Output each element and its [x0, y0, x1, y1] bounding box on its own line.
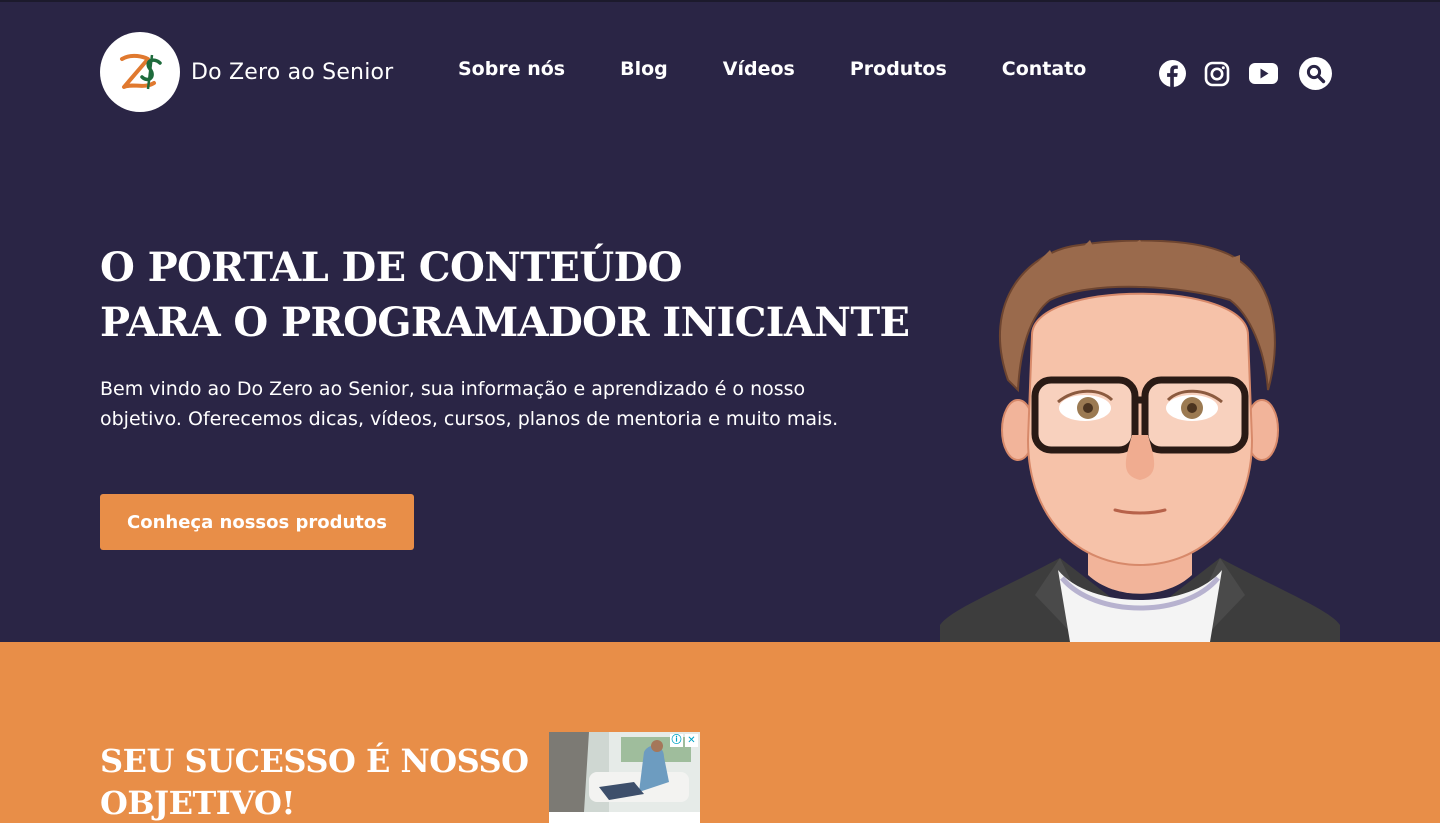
ad-close-icon[interactable]: ✕ [685, 734, 698, 747]
youtube-icon[interactable] [1248, 60, 1278, 88]
success-section: SEU SUCESSO É NOSSO OBJETIVO! ⓘ ✕ [0, 642, 1440, 823]
ad-controls: ⓘ ✕ [670, 734, 698, 747]
nav-item-videos[interactable]: Vídeos [723, 58, 795, 80]
instagram-icon[interactable] [1203, 60, 1231, 88]
social-links [1158, 57, 1332, 90]
nav-item-produtos[interactable]: Produtos [850, 58, 947, 80]
section-title-line-2: OBJETIVO! [100, 784, 295, 822]
logo-badge [100, 32, 180, 112]
facebook-icon[interactable] [1158, 60, 1186, 88]
nav-item-contato[interactable]: Contato [1002, 58, 1087, 80]
products-cta-button[interactable]: Conheça nossos produtos [100, 494, 414, 550]
hero-title-line-1: O PORTAL DE CONTEÚDO [100, 244, 683, 291]
section-title-line-1: SEU SUCESSO É NOSSO [100, 742, 529, 780]
search-icon [1306, 64, 1325, 83]
nav-item-sobre-nos[interactable]: Sobre nós [458, 58, 565, 80]
hero-description: Bem vindo ao Do Zero ao Senior, sua info… [100, 378, 839, 430]
main-nav: Sobre nós Blog Vídeos Produtos Contato [458, 58, 1086, 80]
site-header: Do Zero ao Senior Sobre nós Blog Vídeos … [0, 2, 1440, 142]
search-button[interactable] [1299, 57, 1332, 90]
logo-text: Do Zero ao Senior [191, 59, 394, 85]
hero-title-line-2: PARA O PROGRAMADOR INICIANTE [100, 299, 910, 346]
section-title: SEU SUCESSO É NOSSO OBJETIVO! [100, 740, 529, 823]
advertisement[interactable]: ⓘ ✕ [549, 732, 700, 823]
nav-item-blog[interactable]: Blog [620, 58, 668, 80]
avatar-illustration [940, 240, 1340, 642]
logo[interactable]: Do Zero ao Senior [100, 32, 393, 112]
logo-monogram-icon [120, 53, 162, 90]
ad-info-icon[interactable]: ⓘ [670, 734, 683, 747]
hero-title: O PORTAL DE CONTEÚDO PARA O PROGRAMADOR … [100, 240, 910, 350]
